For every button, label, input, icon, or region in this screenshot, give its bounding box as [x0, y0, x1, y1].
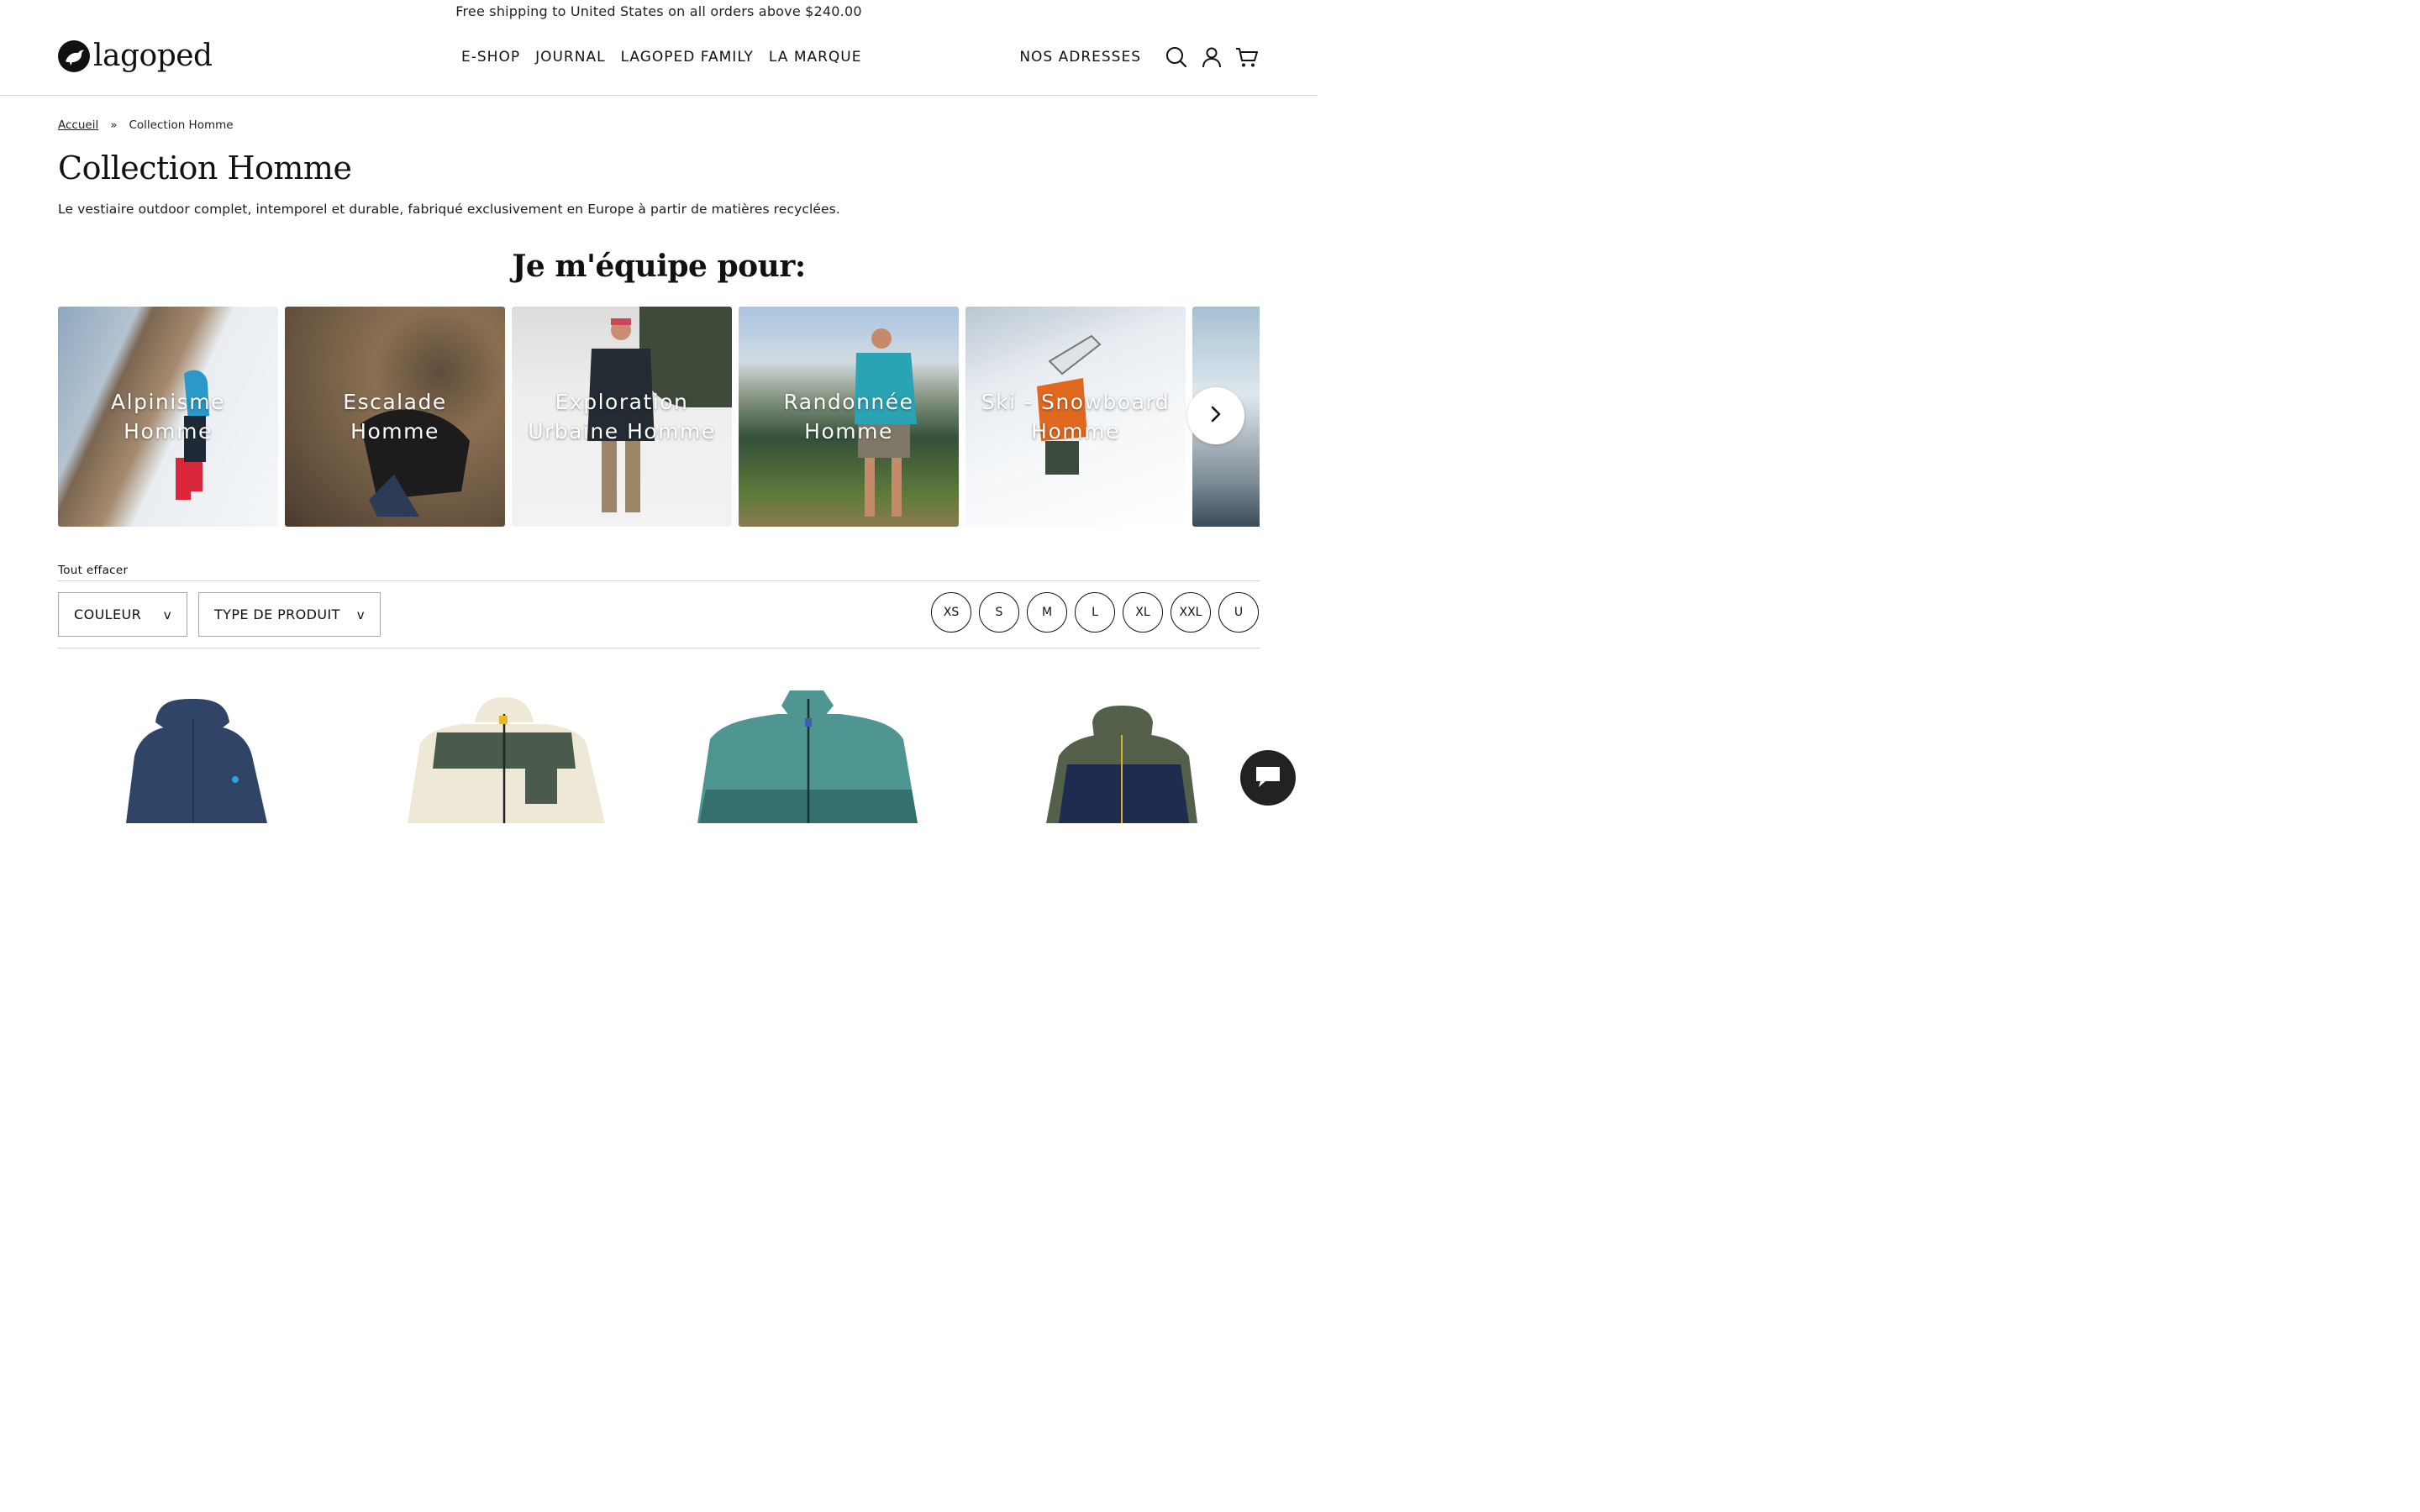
page-title: Collection Homme	[58, 150, 352, 186]
utility-nav: NOS ADRESSES	[1019, 45, 1259, 69]
size-option-l[interactable]: L	[1075, 592, 1115, 633]
product-type-filter-dropdown[interactable]: TYPE DE PRODUIT v	[198, 592, 381, 637]
nav-e-shop[interactable]: E-SHOP	[461, 49, 520, 66]
product-type-filter-label: TYPE DE PRODUIT	[214, 606, 340, 622]
size-filter-group: XS S M L XL XXL U	[931, 592, 1259, 633]
size-option-xs[interactable]: XS	[931, 592, 971, 633]
ptarmigan-logo-icon	[58, 40, 90, 72]
chevron-right-icon	[1207, 405, 1225, 427]
chat-bubble-icon	[1254, 764, 1282, 792]
breadcrumb-separator: »	[110, 118, 118, 132]
activity-card-exploration[interactable]: Exploration Urbaine Homme	[512, 307, 732, 527]
activity-card-ski[interactable]: Ski - Snowboard Homme	[965, 307, 1186, 527]
size-option-u[interactable]: U	[1218, 592, 1259, 633]
cart-icon[interactable]	[1235, 45, 1259, 69]
product-card[interactable]	[370, 672, 639, 823]
site-header: lagoped E-SHOP JOURNAL LAGOPED FAMILY LA…	[0, 24, 1318, 96]
account-icon[interactable]	[1200, 45, 1223, 69]
activity-carousel: Alpinisme Homme Escalade Homme Explorati…	[58, 307, 1260, 527]
chat-button[interactable]	[1240, 750, 1296, 806]
carousel-next-button[interactable]	[1187, 387, 1244, 444]
chevron-down-icon: v	[356, 606, 365, 622]
color-filter-label: COULEUR	[74, 606, 142, 622]
activity-card-escalade[interactable]: Escalade Homme	[285, 307, 505, 527]
nav-addresses[interactable]: NOS ADRESSES	[1019, 49, 1141, 66]
activity-card-randonnee[interactable]: Randonnée Homme	[739, 307, 959, 527]
activity-card-label: Alpinisme Homme	[111, 390, 225, 444]
breadcrumb: Accueil » Collection Homme	[58, 118, 234, 132]
activity-card-label: Exploration Urbaine Homme	[528, 390, 716, 444]
activity-card-label: Ski - Snowboard Homme	[981, 390, 1171, 444]
activity-card-label: Escalade Homme	[343, 390, 447, 444]
product-card[interactable]	[59, 672, 328, 823]
product-card[interactable]	[672, 672, 941, 823]
clear-filters-link[interactable]: Tout effacer	[58, 564, 128, 577]
teal-fleece-image	[697, 690, 918, 823]
product-card[interactable]	[983, 672, 1252, 823]
activity-card-label: Randonnée Homme	[783, 390, 914, 444]
chevron-down-icon: v	[163, 606, 171, 622]
logo[interactable]: lagoped	[58, 39, 213, 73]
size-option-xl[interactable]: XL	[1123, 592, 1163, 633]
size-option-xxl[interactable]: XXL	[1171, 592, 1211, 633]
divider	[58, 580, 1260, 581]
nav-la-marque[interactable]: LA MARQUE	[769, 49, 862, 66]
breadcrumb-home-link[interactable]: Accueil	[58, 118, 98, 132]
equip-section-title: Je m'équipe pour:	[512, 249, 806, 284]
fleece-jacket-image	[408, 697, 605, 823]
olive-jacket-image	[1046, 706, 1197, 823]
size-option-m[interactable]: M	[1027, 592, 1067, 633]
page-description: Le vestiaire outdoor complet, intemporel…	[58, 202, 840, 217]
breadcrumb-current: Collection Homme	[129, 118, 234, 132]
announcement-bar: Free shipping to United States on all or…	[455, 3, 862, 19]
size-option-s[interactable]: S	[979, 592, 1019, 633]
nav-journal[interactable]: JOURNAL	[535, 49, 605, 66]
logo-text: lagoped	[93, 39, 213, 73]
main-nav: E-SHOP JOURNAL LAGOPED FAMILY LA MARQUE	[461, 49, 862, 66]
search-icon[interactable]	[1165, 45, 1188, 69]
navy-hoodie-image	[126, 699, 267, 823]
nav-lagoped-family[interactable]: LAGOPED FAMILY	[621, 49, 754, 66]
activity-card-alpinisme[interactable]: Alpinisme Homme	[58, 307, 278, 527]
color-filter-dropdown[interactable]: COULEUR v	[58, 592, 187, 637]
